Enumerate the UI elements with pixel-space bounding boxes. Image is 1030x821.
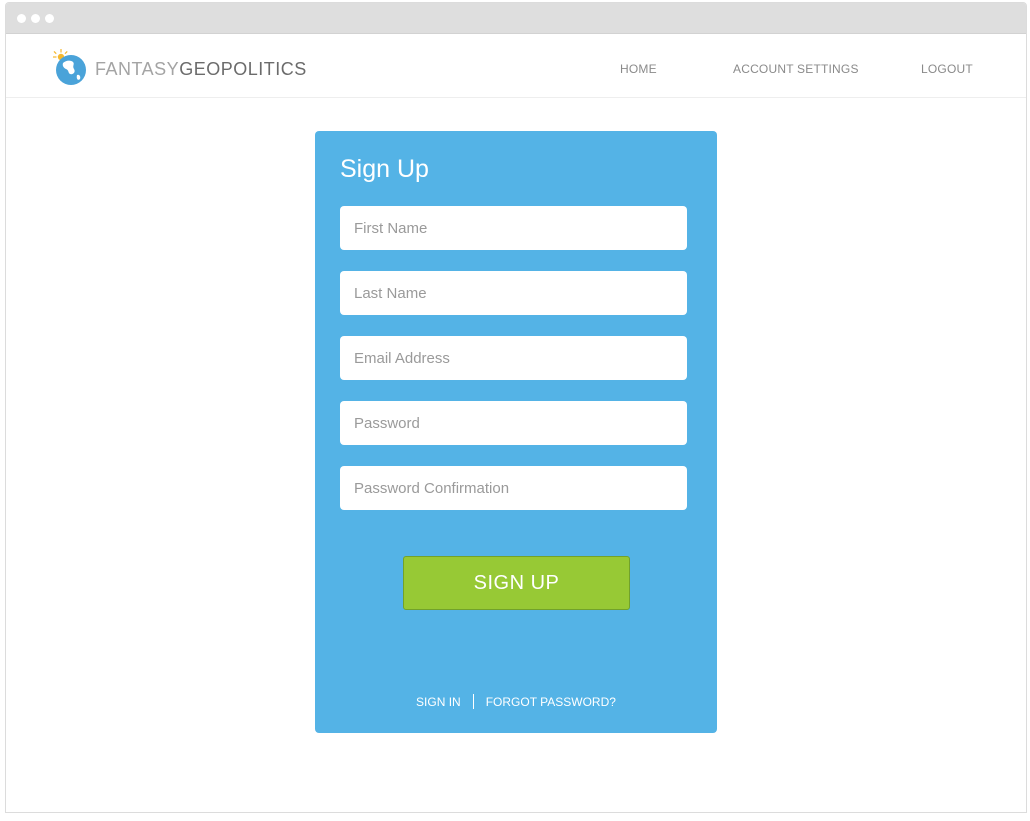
nav-account-settings[interactable]: ACCOUNT SETTINGS <box>733 62 859 76</box>
last-name-input[interactable] <box>340 271 687 315</box>
signup-title: Sign Up <box>340 155 429 183</box>
email-input[interactable] <box>340 336 687 380</box>
window-titlebar <box>6 3 1026 34</box>
navbar: FANTASYGEOPOLITICS HOME ACCOUNT SETTINGS… <box>6 34 1026 98</box>
form-footer-links: SIGN IN FORGOT PASSWORD? <box>315 694 717 709</box>
sign-up-button[interactable]: SIGN UP <box>403 556 630 610</box>
password-input[interactable] <box>340 401 687 445</box>
link-separator <box>472 694 474 709</box>
brand-name-dark: GEOPOLITICS <box>179 58 307 79</box>
brand-name-light: FANTASY <box>95 58 180 79</box>
sign-in-link[interactable]: SIGN IN <box>416 695 461 709</box>
browser-window: FANTASYGEOPOLITICS HOME ACCOUNT SETTINGS… <box>5 2 1027 813</box>
brand-name: FANTASYGEOPOLITICS <box>95 55 307 80</box>
window-dot-minimize[interactable] <box>31 13 40 23</box>
window-dot-maximize[interactable] <box>45 13 54 23</box>
password-confirmation-input[interactable] <box>340 466 687 510</box>
signup-card: Sign Up SIGN UP SIGN IN FORGOT PASSWORD? <box>315 131 717 733</box>
nav-home[interactable]: HOME <box>620 62 657 76</box>
globe-sun-icon <box>53 48 87 86</box>
forgot-password-link[interactable]: FORGOT PASSWORD? <box>486 695 616 709</box>
nav-logout[interactable]: LOGOUT <box>921 62 973 76</box>
brand-logo[interactable]: FANTASYGEOPOLITICS <box>53 48 307 86</box>
window-dot-close[interactable] <box>17 13 26 23</box>
first-name-input[interactable] <box>340 206 687 250</box>
